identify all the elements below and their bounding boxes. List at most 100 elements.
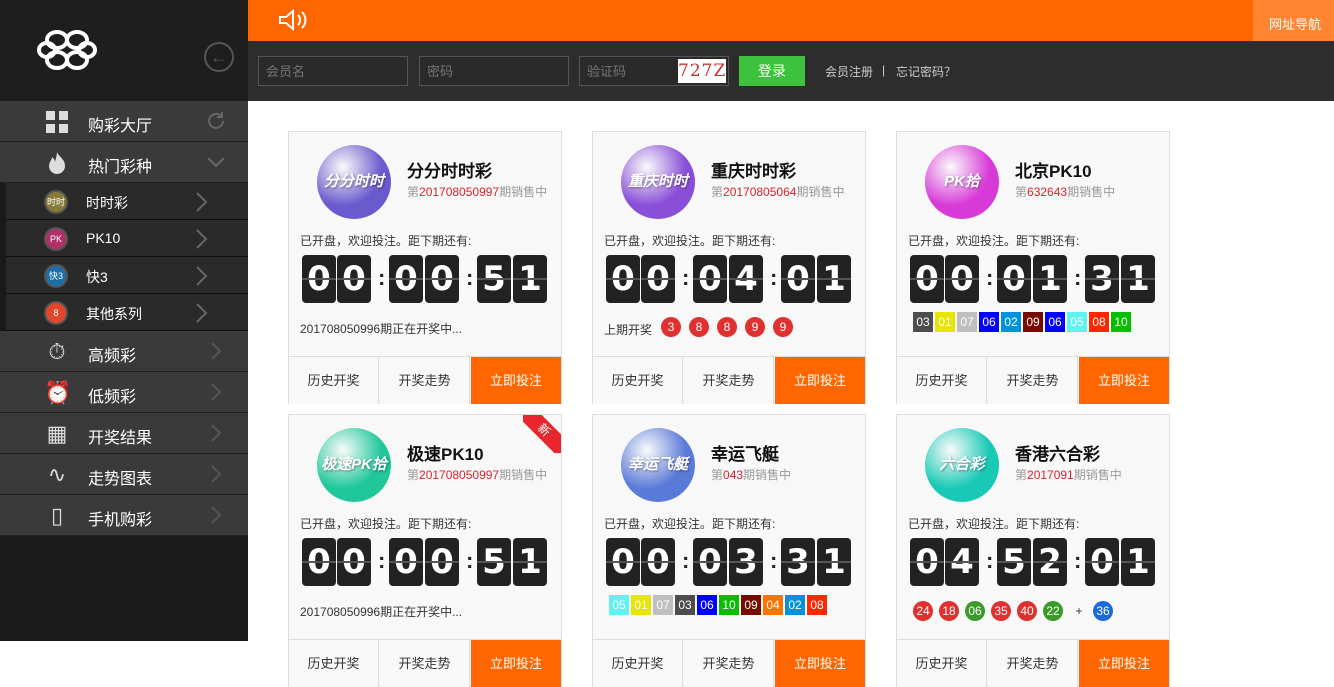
mobile-phone-icon: ▯ [50,503,64,528]
result-ball: 24 [913,601,933,621]
submenu-item[interactable]: 8 其他系列 [6,294,248,331]
lottery-logo-icon: PK拾 [925,145,999,219]
period-number: 632643 [1027,185,1068,199]
menu-lobby[interactable]: 购彩大厅 [0,101,248,142]
logo-lettering: 幸运飞艇 [627,456,688,473]
period-text: 第632643期销售中 [1015,183,1115,200]
timer-colon: : [986,265,994,290]
refresh-icon[interactable] [205,110,227,132]
menu-item[interactable]: ∿ 走势图表 [0,454,248,495]
login-button[interactable]: 登录 [739,56,805,86]
result-square: 07 [957,312,977,332]
period-text: 第201708050997期销售中 [407,183,547,200]
countdown-digit: 0 [425,538,459,586]
bet-now-button[interactable]: 立即投注 [775,640,865,687]
countdown-digit: 1 [513,255,547,303]
result-square: 05 [609,595,629,615]
site-nav-button[interactable]: 网址导航 [1253,0,1334,41]
period-text: 第2017091期销售中 [1015,466,1122,483]
card-actions: 历史开奖 开奖走势 立即投注 [593,356,865,404]
lottery-badge-icon: 8 [44,301,68,325]
result-ball: 35 [991,601,1011,621]
menu-item[interactable]: ▦ 开奖结果 [0,413,248,454]
collapse-sidebar-icon[interactable]: ← [204,42,234,72]
countdown-digit: 0 [389,255,423,303]
period-prefix: 第 [1015,468,1028,482]
alarm-clock-icon: ⏰ [44,380,72,405]
bet-now-button[interactable]: 立即投注 [1079,357,1169,404]
history-button[interactable]: 历史开奖 [593,357,683,404]
countdown-digit: 0 [641,255,675,303]
history-button[interactable]: 历史开奖 [897,640,987,687]
register-link[interactable]: 会员注册 [825,63,873,80]
menu-hot[interactable]: 热门彩种 [0,142,248,183]
chevron-right-icon [196,303,208,323]
bet-now-button[interactable]: 立即投注 [1079,640,1169,687]
username-input[interactable] [258,56,408,86]
menu-item-label: 低频彩 [88,389,137,406]
logo-lettering: PK拾 [944,173,980,190]
result-ball: 3 [661,317,681,337]
draw-squares: 03 01 07 06 02 09 06 05 08 10 [913,312,1133,334]
menu-item[interactable]: ⏱ 高频彩 [0,331,248,372]
trend-button[interactable]: 开奖走势 [380,357,470,404]
draw-info: 201708050996期正在开奖中... [300,322,463,336]
countdown-digit: 0 [781,255,815,303]
timer-colon: : [1074,265,1082,290]
result-ball: 8 [689,317,709,337]
period-suffix: 期销售中 [743,468,792,482]
lottery-card: 极速PK拾 极速PK10 第201708050997期销售中 已开盘，欢迎投注。距下期… [288,414,562,687]
menu-item[interactable]: ⏰ 低频彩 [0,372,248,413]
timer-colon: : [682,265,690,290]
result-square: 03 [675,595,695,615]
period-text: 第20170805064期销售中 [711,183,844,200]
bet-now-button[interactable]: 立即投注 [471,357,561,404]
result-square: 08 [807,595,827,615]
menu-item-label: 手机购彩 [88,512,153,529]
password-input[interactable] [419,56,569,86]
countdown-digit: 0 [389,538,423,586]
countdown-digit: 0 [337,538,371,586]
submenu-label: PK10 [86,230,121,246]
countdown-digit: 1 [817,538,851,586]
countdown-digit: 4 [945,538,979,586]
submenu-item[interactable]: 时时 时时彩 [6,183,248,220]
history-button[interactable]: 历史开奖 [897,357,987,404]
countdown-digit: 0 [693,255,727,303]
bet-now-button[interactable]: 立即投注 [775,357,865,404]
card-actions: 历史开奖 开奖走势 立即投注 [897,356,1169,404]
status-text: 已开盘，欢迎投注。距下期还有: [300,517,472,531]
trend-button[interactable]: 开奖走势 [380,640,470,687]
timer-colon: : [466,548,474,573]
trend-button[interactable]: 开奖走势 [988,357,1078,404]
timer-colon: : [770,548,778,573]
countdown-digit: 5 [477,255,511,303]
trend-chart-icon: ∿ [47,462,67,487]
trend-button[interactable]: 开奖走势 [684,357,774,404]
lottery-badge-icon: 时时 [44,190,68,214]
countdown-digit: 3 [781,538,815,586]
submenu-item[interactable]: PK PK10 [6,220,248,257]
menu-item[interactable]: ▯ 手机购彩 [0,495,248,536]
history-button[interactable]: 历史开奖 [289,357,379,404]
result-square: 03 [913,312,933,332]
flame-icon [49,152,65,174]
draw-balls: 38899 [661,317,801,339]
trend-button[interactable]: 开奖走势 [684,640,774,687]
history-button[interactable]: 历史开奖 [593,640,683,687]
lottery-name: 香港六合彩 [1015,445,1100,464]
new-ribbon: 新 [523,415,561,453]
captcha-image[interactable]: 727Z [678,59,726,83]
bet-now-button[interactable]: 立即投注 [471,640,561,687]
result-square: 06 [1045,312,1065,332]
countdown-digit: 5 [997,538,1031,586]
chevron-right-icon [211,424,222,442]
trend-button[interactable]: 开奖走势 [988,640,1078,687]
chevron-right-icon [196,229,208,249]
knot-logo-icon [37,30,97,70]
forgot-password-link[interactable]: 忘记密码？ [896,63,956,80]
history-button[interactable]: 历史开奖 [289,640,379,687]
lottery-name: 分分时时彩 [407,162,492,181]
period-text: 第201708050997期销售中 [407,466,547,483]
submenu-item[interactable]: 快3 快3 [6,257,248,294]
